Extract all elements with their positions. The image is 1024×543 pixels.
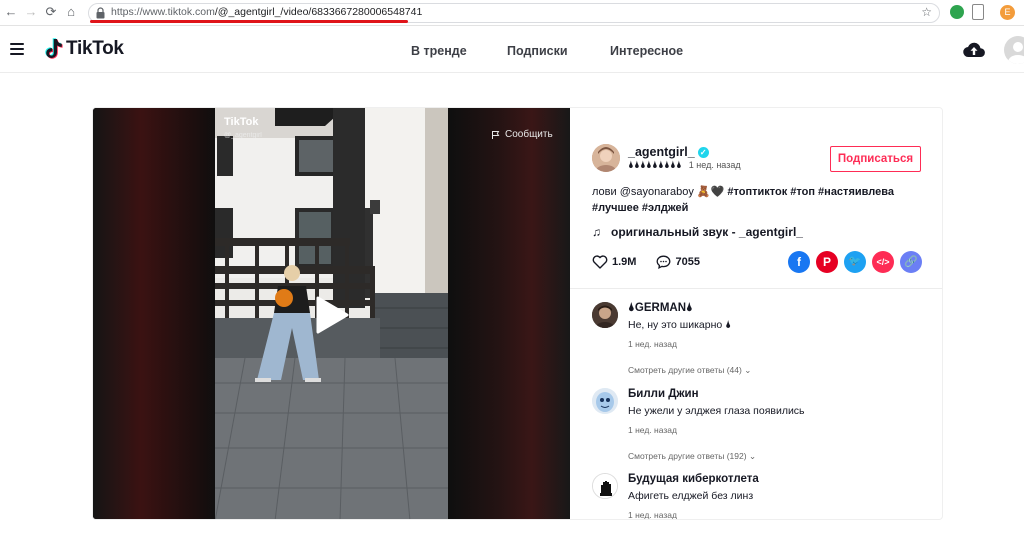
- tiktok-note-icon: [45, 38, 63, 59]
- forward-icon[interactable]: →: [22, 3, 40, 21]
- comment-author[interactable]: Билли Джин: [628, 388, 699, 400]
- like-count: 1.9M: [612, 256, 637, 268]
- comment-author[interactable]: Будущая киберкотлета: [628, 473, 759, 485]
- comment-time: 1 нед. назад: [628, 510, 677, 520]
- comment-text: Не, ну это шикарно 🌢: [628, 319, 732, 331]
- menu-icon[interactable]: [10, 43, 24, 58]
- share-buttons: f P 🐦 </> 🔗: [788, 251, 922, 273]
- back-icon[interactable]: ←: [2, 3, 20, 21]
- link-icon[interactable]: 🔗: [900, 251, 922, 273]
- extension-doc-icon[interactable]: [972, 4, 984, 20]
- extension-icon[interactable]: [950, 5, 964, 19]
- view-replies-link[interactable]: Смотреть другие ответы (192) ⌄: [628, 451, 756, 462]
- comment-avatar[interactable]: [592, 388, 618, 414]
- chevron-down-icon: ⌄: [744, 365, 752, 375]
- twitter-icon[interactable]: 🐦: [844, 251, 866, 273]
- verified-icon: ✓: [697, 146, 709, 158]
- author-username[interactable]: _agentgirl_ ✓: [628, 145, 709, 159]
- report-button[interactable]: Сообщить: [491, 129, 553, 140]
- flag-icon: [492, 130, 500, 139]
- divider: [570, 288, 942, 289]
- author-avatar[interactable]: [592, 144, 620, 172]
- author-subline: 🌢🌢🌢🌢🌢🌢🌢🌢🌢 1 нед. назад: [628, 160, 741, 171]
- browser-profile-avatar[interactable]: E: [1000, 5, 1015, 20]
- user-avatar[interactable]: [1004, 36, 1024, 64]
- watermark-logo: TikTok: [224, 116, 259, 128]
- bookmark-star-icon[interactable]: ☆: [921, 5, 932, 19]
- post-description: лови @sayonaraboy 🧸🖤 #топтикток #топ #на…: [592, 186, 894, 214]
- nav-following[interactable]: Подписки: [507, 44, 568, 58]
- comment-icon: [657, 255, 671, 269]
- comment-text: Не ужели у элджея глаза появились: [628, 405, 805, 417]
- author-nickname: 🌢🌢🌢🌢🌢🌢🌢🌢🌢: [628, 160, 682, 171]
- comment-avatar[interactable]: [592, 473, 618, 499]
- nav-discover[interactable]: Интересное: [610, 44, 683, 58]
- reload-icon[interactable]: ⟳: [42, 3, 60, 21]
- comment-time: 1 нед. назад: [628, 425, 677, 435]
- watermark-user: @_agentgirl: [224, 132, 262, 139]
- post-stats: 1.9M 7055: [592, 255, 720, 269]
- music-link[interactable]: ♫ оригинальный звук - _agentgirl_: [592, 225, 803, 239]
- facebook-icon[interactable]: f: [788, 251, 810, 273]
- comment-avatar[interactable]: [592, 302, 618, 328]
- chevron-down-icon: ⌄: [748, 451, 757, 461]
- heart-icon: [592, 255, 608, 269]
- lock-icon: [96, 7, 105, 19]
- post-time: 1 нед. назад: [688, 160, 741, 170]
- post-info-panel: _agentgirl_ ✓ 🌢🌢🌢🌢🌢🌢🌢🌢🌢 1 нед. назад Под…: [570, 108, 942, 520]
- music-note-icon: ♫: [592, 225, 601, 239]
- upload-icon[interactable]: [963, 41, 985, 59]
- view-replies-link[interactable]: Смотреть другие ответы (44) ⌄: [628, 365, 751, 376]
- embed-icon[interactable]: </>: [872, 251, 894, 273]
- play-icon[interactable]: [315, 296, 349, 334]
- home-icon[interactable]: ⌂: [62, 3, 80, 21]
- tiktok-logo[interactable]: TikTok: [44, 38, 124, 60]
- comment-count: 7055: [675, 256, 700, 268]
- comment-time: 1 нед. назад: [628, 339, 677, 349]
- video-player[interactable]: TikTok @_agentgirl Сообщить: [93, 108, 570, 519]
- like-button[interactable]: 1.9M: [592, 255, 636, 269]
- comment-text: Афигеть елджей без линз: [628, 490, 754, 502]
- comment-author[interactable]: 🌢GERMAN🌢: [628, 302, 693, 315]
- browser-toolbar: ← → ⟳ ⌂ https://www.tiktok.com/@_agentgi…: [0, 0, 1024, 26]
- follow-button[interactable]: Подписаться: [830, 146, 921, 172]
- comment-button[interactable]: 7055: [656, 255, 700, 269]
- video-post-card: TikTok @_agentgirl Сообщить _agentgirl_ …: [92, 107, 943, 520]
- nav-trending[interactable]: В тренде: [411, 44, 467, 58]
- url-text: https://www.tiktok.com/@_agentgirl_/vide…: [111, 6, 423, 18]
- url-highlight-underline: [90, 20, 408, 23]
- site-header: TikTok В тренде Подписки Интересное: [0, 27, 1024, 73]
- pinterest-icon[interactable]: P: [816, 251, 838, 273]
